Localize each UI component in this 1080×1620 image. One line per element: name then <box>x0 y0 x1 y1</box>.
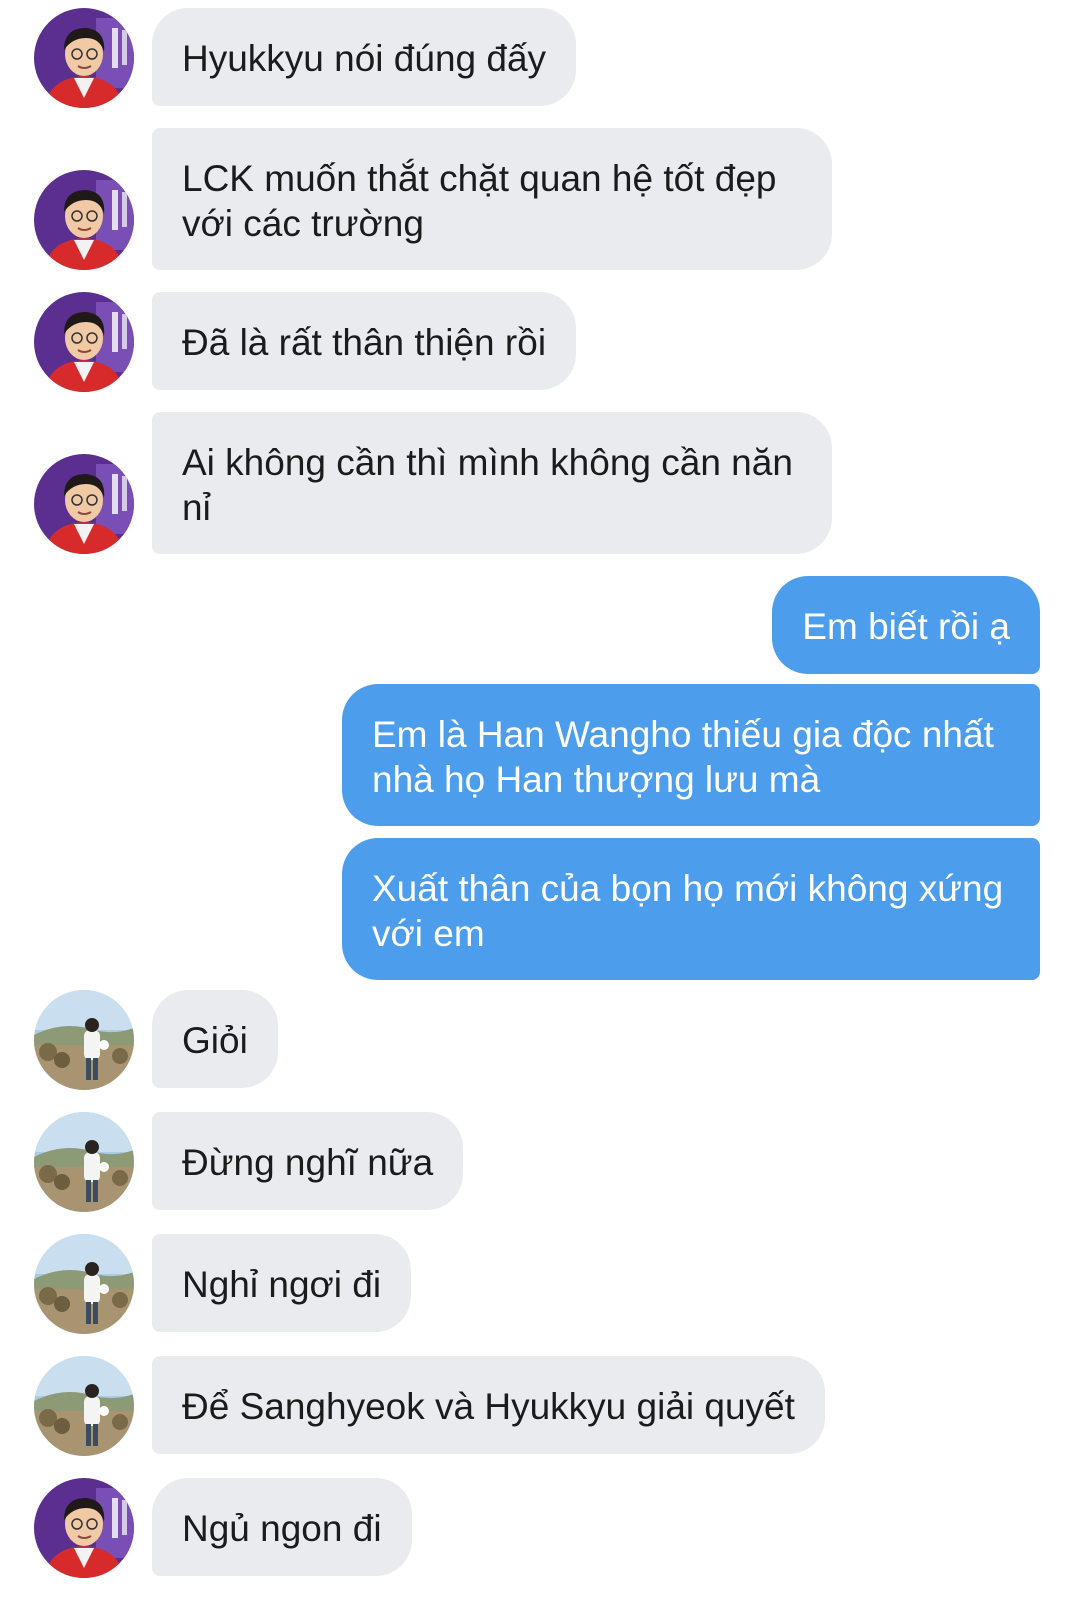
avatar[interactable] <box>34 1478 134 1578</box>
message-text: LCK muốn thắt chặt quan hệ tốt đẹp với c… <box>182 158 777 244</box>
message-text: Đừng nghĩ nữa <box>182 1142 434 1183</box>
message-bubble-incoming: Nghỉ ngơi đi <box>152 1234 412 1332</box>
avatar-field-photo-icon <box>34 990 134 1090</box>
message-text: Giỏi <box>182 1020 248 1061</box>
message-bubble-incoming: Giỏi <box>152 990 278 1088</box>
message-text: Em là Han Wangho thiếu gia độc nhất nhà … <box>372 714 994 800</box>
message-text: Xuất thân của bọn họ mới không xứng với … <box>372 868 1004 954</box>
message-text: Để Sanghyeok và Hyukkyu giải quyết <box>182 1386 795 1427</box>
avatar[interactable] <box>34 1112 134 1212</box>
message-text: Đã là rất thân thiện rồi <box>182 322 547 363</box>
message-bubble-outgoing: Em biết rồi ạ <box>772 576 1040 674</box>
avatar[interactable] <box>34 292 134 392</box>
avatar[interactable] <box>34 170 134 270</box>
message-bubble-incoming: Để Sanghyeok và Hyukkyu giải quyết <box>152 1356 825 1454</box>
avatar[interactable] <box>34 990 134 1090</box>
message-bubble-incoming: Ai không cần thì mình không cần năn nỉ <box>152 412 832 554</box>
avatar-field-photo-icon <box>34 1356 134 1456</box>
avatar-red-jacket-icon <box>34 454 134 554</box>
avatar[interactable] <box>34 454 134 554</box>
avatar[interactable] <box>34 8 134 108</box>
message-text: Nghỉ ngơi đi <box>182 1264 382 1305</box>
avatar-field-photo-icon <box>34 1234 134 1334</box>
avatar-field-photo-icon <box>34 1112 134 1212</box>
message-bubble-incoming: Đã là rất thân thiện rồi <box>152 292 577 390</box>
avatar-red-jacket-icon <box>34 292 134 392</box>
message-text: Em biết rồi ạ <box>802 606 1010 647</box>
message-text: Ai không cần thì mình không cần năn nỉ <box>182 442 793 528</box>
message-text: Hyukkyu nói đúng đấy <box>182 38 547 79</box>
message-bubble-incoming: Đừng nghĩ nữa <box>152 1112 464 1210</box>
avatar[interactable] <box>34 1356 134 1456</box>
avatar-red-jacket-icon <box>34 170 134 270</box>
message-text: Ngủ ngon đi <box>182 1508 382 1549</box>
message-bubble-incoming: Hyukkyu nói đúng đấy <box>152 8 577 106</box>
avatar-red-jacket-icon <box>34 8 134 108</box>
avatar-red-jacket-icon <box>34 1478 134 1578</box>
message-bubble-outgoing: Xuất thân của bọn họ mới không xứng với … <box>342 838 1040 980</box>
message-bubble-incoming: Ngủ ngon đi <box>152 1478 412 1576</box>
message-bubble-incoming: LCK muốn thắt chặt quan hệ tốt đẹp với c… <box>152 128 832 270</box>
message-bubble-outgoing: Em là Han Wangho thiếu gia độc nhất nhà … <box>342 684 1040 826</box>
avatar[interactable] <box>34 1234 134 1334</box>
